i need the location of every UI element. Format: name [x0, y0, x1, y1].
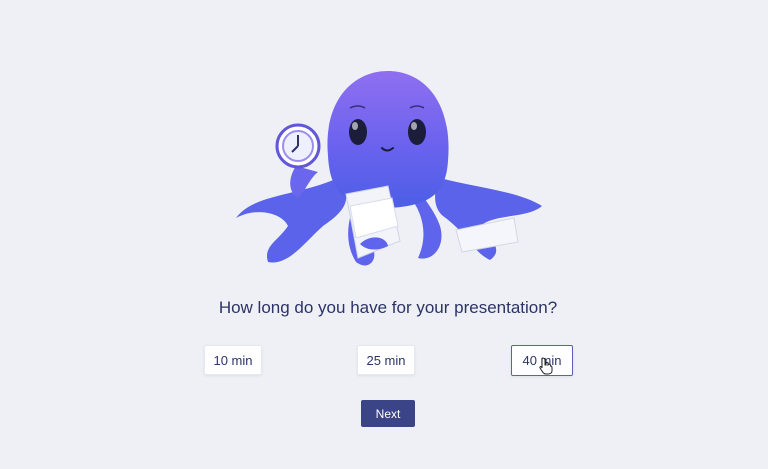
- clock-icon: [275, 123, 321, 169]
- question-heading: How long do you have for your presentati…: [218, 298, 558, 317]
- option-25-min-button[interactable]: 25 min: [357, 345, 415, 375]
- hand-cursor-icon: [539, 357, 553, 375]
- option-10-min-button[interactable]: 10 min: [204, 345, 262, 375]
- octopus-illustration: [236, 71, 542, 266]
- next-button[interactable]: Next: [361, 400, 415, 427]
